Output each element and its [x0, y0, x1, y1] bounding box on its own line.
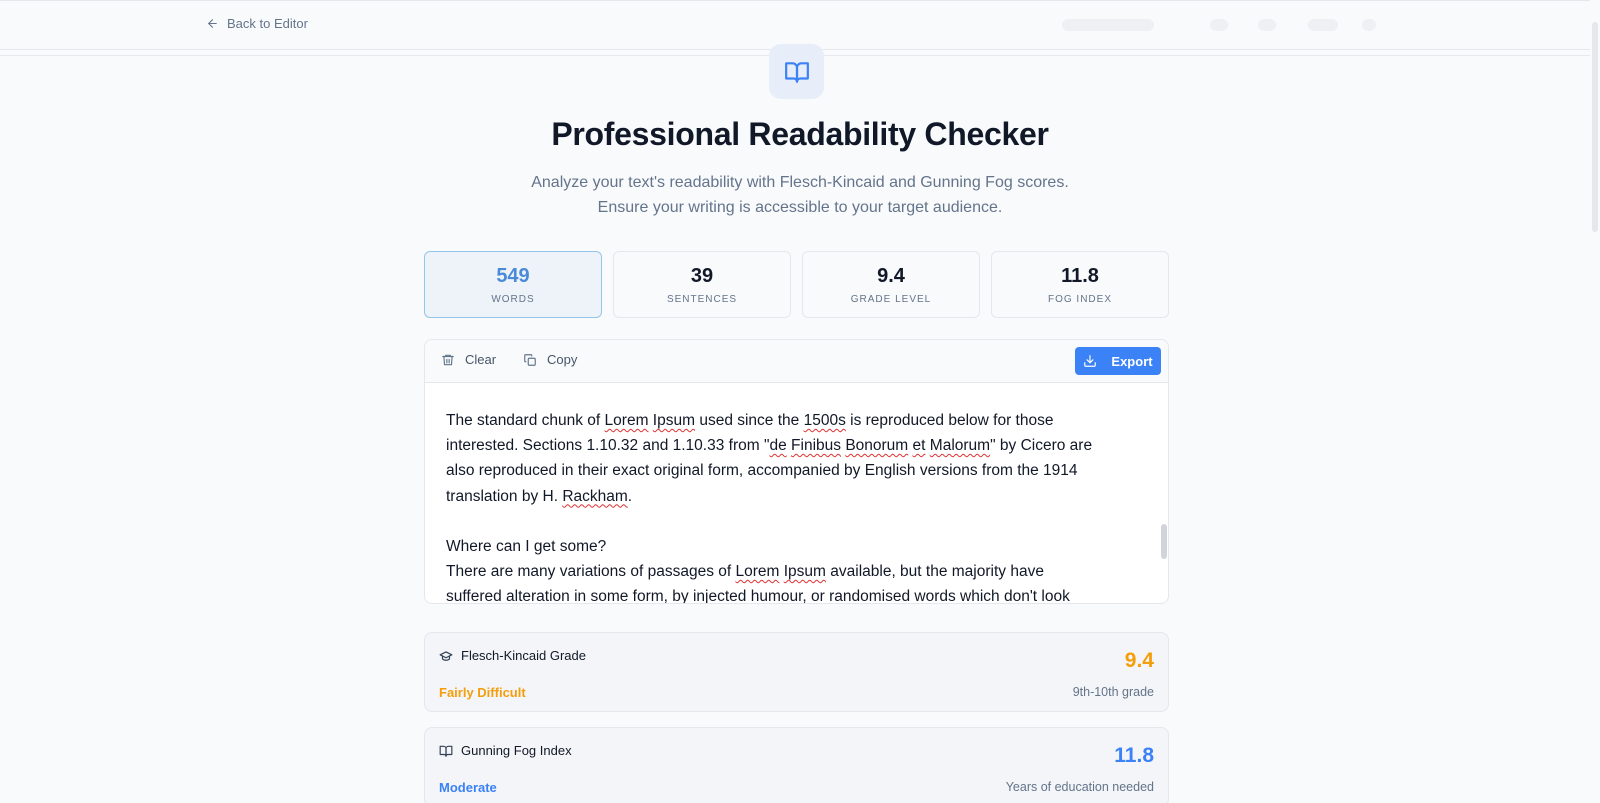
trash-icon: [442, 354, 454, 365]
back-to-editor-label: Back to Editor: [227, 16, 308, 31]
stat-label: FOG INDEX: [1047, 294, 1112, 305]
editor-line: suffered alteration in some form, by inj…: [446, 588, 1070, 604]
stat-words[interactable]: 549 WORDS: [424, 251, 602, 318]
nav-icon-placeholder[interactable]: [1308, 19, 1338, 31]
nav-icon-placeholder[interactable]: [1362, 19, 1376, 31]
flesch-kincaid-title: Flesch-Kincaid Grade: [461, 648, 586, 663]
page-title: Professional Readability Checker: [551, 116, 1049, 152]
stat-value: 11.8: [1061, 265, 1099, 287]
text-editor: Clear Copy Export The standard chunk of …: [424, 339, 1169, 604]
copy-button[interactable]: Copy: [523, 352, 577, 367]
editor-scrollbar-thumb[interactable]: [1161, 524, 1167, 559]
editor-scrollbar[interactable]: [1160, 384, 1168, 603]
page-scrollbar[interactable]: [1590, 0, 1600, 803]
gunning-fog-score: 11.8: [1114, 744, 1154, 767]
copy-label: Copy: [547, 352, 578, 367]
stat-label: WORDS: [491, 294, 535, 305]
editor-line: interested. Sections 1.10.32 and 1.10.33…: [446, 437, 1093, 455]
copy-icon: [524, 353, 536, 366]
export-button[interactable]: Export: [1075, 347, 1161, 375]
book-open-icon: [769, 44, 824, 99]
text-input-area[interactable]: The standard chunk of Lorem Ipsum used s…: [425, 384, 1168, 604]
gunning-fog-card: Gunning Fog Index 11.8 Moderate Years of…: [424, 727, 1169, 803]
editor-line: translation by H. Rackham.: [446, 487, 633, 505]
subtitle-line-1: Analyze your text's readability with Fle…: [531, 174, 1069, 191]
download-icon: [1084, 355, 1097, 367]
editor-toolbar: Clear Copy Export: [425, 340, 1168, 383]
editor-line: also reproduced in their exact original …: [446, 462, 1078, 480]
stat-value: 39: [690, 265, 714, 287]
stat-sentences[interactable]: 39 SENTENCES: [613, 251, 791, 318]
nav-item-placeholder[interactable]: [1062, 19, 1154, 31]
gunning-fog-description: Years of education needed: [1005, 780, 1154, 794]
flesch-kincaid-description: 9th-10th grade: [1072, 685, 1154, 699]
editor-line: The standard chunk of Lorem Ipsum used s…: [446, 412, 1054, 429]
stats-row: 549 WORDS 39 SENTENCES 9.4 GRADE LEVEL 1…: [424, 251, 1169, 318]
stat-grade-level[interactable]: 9.4 GRADE LEVEL: [802, 251, 980, 318]
top-navbar: Back to Editor: [0, 0, 1600, 50]
page-scrollbar-thumb[interactable]: [1592, 22, 1598, 232]
gunning-fog-header: Gunning Fog Index: [439, 743, 572, 758]
book-open-icon: [439, 745, 453, 757]
flesch-kincaid-header: Flesch-Kincaid Grade: [439, 648, 586, 663]
nav-icon-placeholder[interactable]: [1258, 19, 1276, 31]
editor-line: Where can I get some?: [446, 538, 607, 556]
stat-label: SENTENCES: [666, 294, 738, 305]
back-to-editor-link[interactable]: Back to Editor: [206, 16, 308, 31]
flesch-kincaid-score: 9.4: [1124, 649, 1154, 672]
export-label: Export: [1111, 353, 1153, 369]
stat-fog-index[interactable]: 11.8 FOG INDEX: [991, 251, 1169, 318]
clear-label: Clear: [465, 352, 497, 367]
gunning-fog-level: Moderate: [439, 780, 497, 795]
subtitle-line-2: Ensure your writing is accessible to you…: [597, 199, 1003, 216]
stat-value: 9.4: [877, 265, 905, 287]
page-subtitle: Analyze your text's readability with Fle…: [0, 170, 1600, 220]
flesch-kincaid-level: Fairly Difficult: [439, 685, 526, 700]
arrow-left-icon: [208, 19, 217, 28]
stat-label: GRADE LEVEL: [850, 294, 932, 305]
editor-line: There are many variations of passages of…: [446, 563, 1044, 581]
stat-value: 549: [496, 265, 530, 287]
nav-icon-placeholder[interactable]: [1210, 19, 1228, 31]
graduation-cap-icon: [439, 650, 453, 661]
gunning-fog-title: Gunning Fog Index: [461, 743, 572, 758]
clear-button[interactable]: Clear: [441, 352, 496, 367]
flesch-kincaid-card: Flesch-Kincaid Grade 9.4 Fairly Difficul…: [424, 632, 1169, 712]
